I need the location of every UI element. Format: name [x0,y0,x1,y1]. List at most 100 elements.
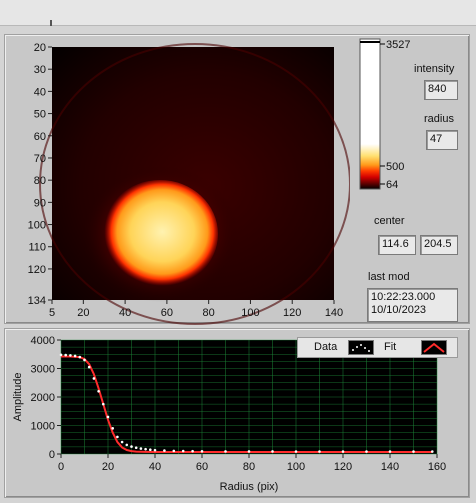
data-point [365,450,368,453]
x-tick-label: 160 [428,461,446,473]
data-point [163,449,166,452]
image-y-tick-label: 134 [28,295,46,307]
image-y-tick-label: 110 [28,242,46,254]
data-point [83,358,86,362]
radius-indicator: 47 [426,130,458,150]
data-point [139,447,143,450]
chart-x-axis: 0 20 40 60 80 100 120 140 160 [58,454,446,473]
image-x-tick-label: 20 [77,307,89,319]
x-tick-label: 60 [196,461,208,473]
y-tick-label: 2000 [31,392,55,404]
x-axis-title: Radius (pix) [220,481,279,493]
legend-fit-label: Fit [384,341,397,353]
image-x-tick-label: 120 [283,307,301,319]
image-y-tick-label: 100 [28,220,46,232]
y-tick-label: 4000 [31,335,55,347]
image-y-tick-label: 30 [34,64,46,76]
data-point [69,354,72,357]
image-y-tick-label: 60 [34,131,46,143]
chart-y-axis: 0 1000 2000 3000 4000 [31,335,61,461]
image-y-tick-label: 80 [34,175,46,187]
intensity-indicator: 840 [424,80,458,100]
last-mod-label: last mod [368,271,410,283]
top-toolbar [0,0,476,26]
intensity-label: intensity [414,63,455,75]
data-point [200,449,204,453]
data-point [120,440,124,444]
image-x-tick-label: 60 [161,307,173,319]
data-point [224,450,227,453]
x-tick-label: 80 [243,461,255,473]
data-point [149,448,152,452]
x-tick-label: 40 [149,461,161,473]
image-y-axis: 20 30 40 50 60 70 80 90 100 110 120 134 [28,42,52,307]
chart-legend: Data Fit [297,337,458,358]
data-point [431,450,434,453]
data-point [181,449,185,453]
y-tick-label: 0 [49,449,55,461]
center-y-indicator: 204.5 [420,235,458,255]
data-point [64,353,67,357]
data-point [78,355,82,359]
image-x-tick-label: 5 [49,307,55,319]
image-y-tick-label: 70 [34,153,46,165]
data-point [144,447,147,451]
data-point [116,435,119,439]
last-mod-indicator: 10:22:23.000 10/10/2023 [367,288,458,322]
image-x-tick-label: 80 [203,307,215,319]
x-tick-label: 120 [334,461,352,473]
data-point [130,445,133,448]
data-point [97,390,100,393]
legend-data-swatch[interactable] [348,340,374,355]
data-point [106,415,110,419]
x-tick-label: 20 [102,461,114,473]
data-point [294,450,298,453]
beam-spot [102,180,218,288]
radius-label: radius [424,113,454,125]
y-tick-label: 1000 [31,421,55,433]
y-tick-label: 3000 [31,364,55,376]
data-point [73,354,77,358]
colorbar-min-label: 64 [386,179,398,191]
colorbar: 3527 500 64 [359,38,410,191]
data-point [388,450,392,453]
colorbar-scale [359,38,381,190]
beam-image-graph: 20 30 40 50 60 70 80 90 100 110 120 134 5 20 40 60 80 10… [28,42,350,325]
image-x-axis: 5 20 40 60 80 100 120 140 [49,300,343,319]
data-point [191,449,194,453]
colorbar-mid-label: 500 [386,161,404,173]
y-axis-title: Amplitude [12,373,24,422]
data-point [134,446,138,450]
image-x-tick-label: 40 [119,307,131,319]
center-x-indicator: 114.6 [378,235,416,255]
x-tick-label: 140 [381,461,399,473]
image-y-tick-label: 120 [28,264,46,276]
image-y-tick-label: 90 [34,197,46,209]
data-point [412,450,415,453]
toolbar-marker [50,20,52,26]
last-mod-time: 10:22:23.000 [371,291,436,303]
x-tick-label: 0 [58,461,64,473]
image-y-tick-label: 50 [34,109,46,121]
data-point [59,353,63,357]
data-point [341,450,345,453]
data-point [111,427,114,430]
legend-data-label: Data [314,341,338,353]
data-point [125,443,129,447]
image-y-tick-label: 20 [34,42,46,54]
data-point [271,450,274,453]
image-y-tick-label: 40 [34,86,46,98]
data-point [102,402,105,406]
colorbar-max-label: 3527 [386,39,410,51]
image-x-tick-label: 140 [325,307,343,319]
data-point [247,450,251,453]
legend-fit-swatch[interactable] [421,340,447,355]
image-x-tick-label: 100 [241,307,259,319]
x-tick-label: 100 [287,461,305,473]
center-label: center [374,215,405,227]
data-point [92,377,96,380]
last-mod-date: 10/10/2023 [371,304,427,316]
data-point [318,450,321,453]
data-point [172,449,176,453]
data-point [87,365,91,369]
